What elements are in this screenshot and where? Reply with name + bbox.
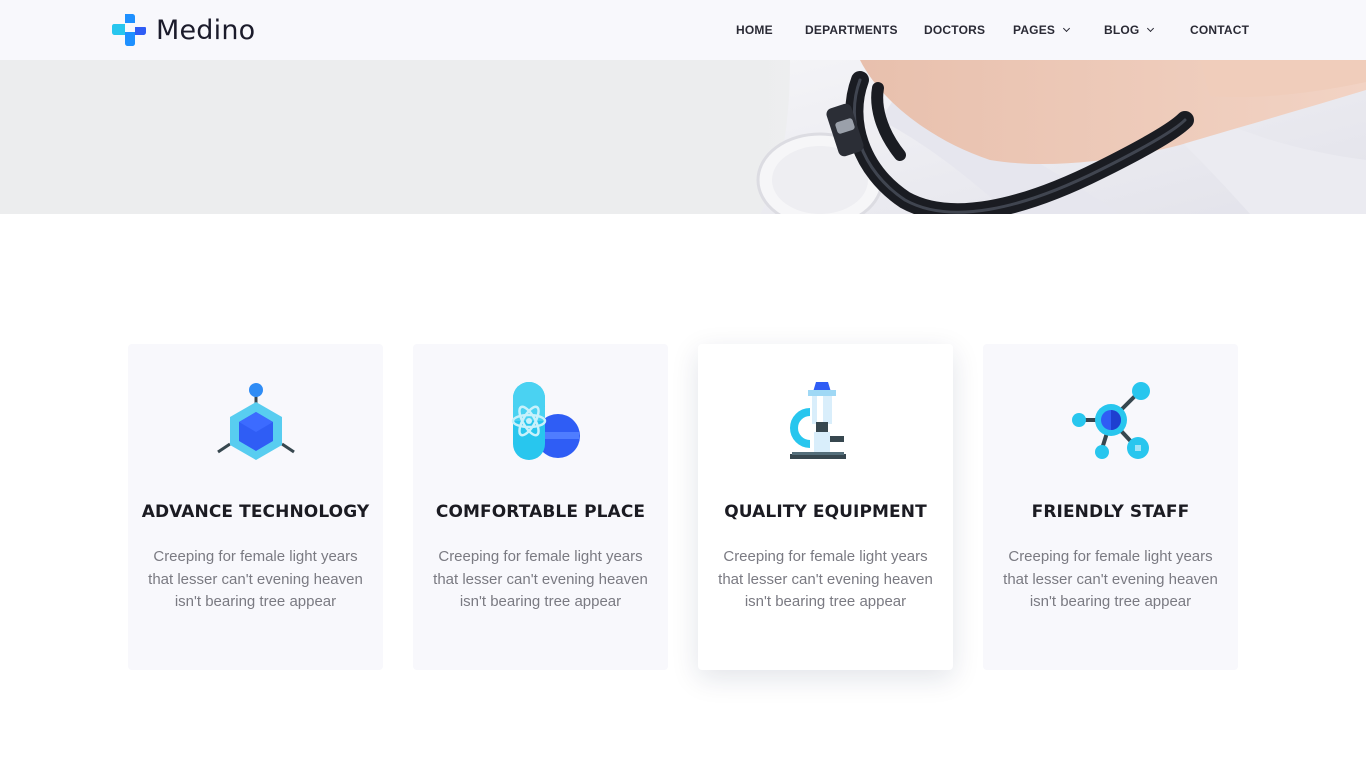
feature-title: ADVANCE TECHNOLOGY — [141, 502, 370, 522]
nav-home[interactable]: HOME — [736, 23, 773, 37]
site-header: Medino HOME DEPARTMENTS DOCTORS PAGES BL… — [0, 0, 1366, 60]
feature-card[interactable]: ADVANCE TECHNOLOGY Creeping for female l… — [128, 344, 383, 670]
feature-description: Creeping for female light years that les… — [433, 548, 648, 610]
feature-description: Creeping for female light years that les… — [148, 548, 363, 610]
nav-blog-label: BLOG — [1104, 23, 1140, 37]
hero-banner — [0, 60, 1366, 214]
nav-doctors-label: DOCTORS — [924, 23, 986, 37]
nav-pages-label: PAGES — [1013, 23, 1056, 37]
feature-title: FRIENDLY STAFF — [1031, 502, 1190, 522]
feature-description: Creeping for female light years that les… — [1003, 548, 1218, 610]
feature-title: COMFORTABLE PLACE — [435, 502, 646, 522]
chevron-down-icon — [1063, 24, 1071, 33]
nav-contact-label: CONTACT — [1190, 23, 1250, 37]
feature-card[interactable]: QUALITY EQUIPMENT Creeping for female li… — [698, 344, 953, 670]
nav-home-label: HOME — [736, 23, 773, 37]
nav-departments-label: DEPARTMENTS — [805, 23, 898, 37]
feature-card[interactable]: COMFORTABLE PLACE Creeping for female li… — [413, 344, 668, 670]
nav-departments[interactable]: DEPARTMENTS — [805, 23, 898, 37]
nav-blog[interactable]: BLOG — [1104, 23, 1155, 37]
network-nodes-icon — [1072, 382, 1150, 459]
molecule-hexagon-icon — [217, 383, 295, 460]
stethoscope-banner-image — [756, 60, 1366, 214]
chevron-down-icon — [1147, 24, 1155, 33]
pill-atom-icon — [511, 382, 580, 460]
feature-card[interactable]: FRIENDLY STAFF Creeping for female light… — [983, 344, 1238, 670]
feature-title: QUALITY EQUIPMENT — [724, 502, 927, 522]
nav-contact[interactable]: CONTACT — [1190, 23, 1249, 37]
main-nav: HOME DEPARTMENTS DOCTORS PAGES BLOG CONT… — [0, 0, 1366, 60]
nav-pages[interactable]: PAGES — [1013, 23, 1071, 37]
feature-description: Creeping for female light years that les… — [718, 548, 933, 610]
microscope-icon — [790, 382, 846, 459]
nav-doctors[interactable]: DOCTORS — [924, 23, 985, 37]
